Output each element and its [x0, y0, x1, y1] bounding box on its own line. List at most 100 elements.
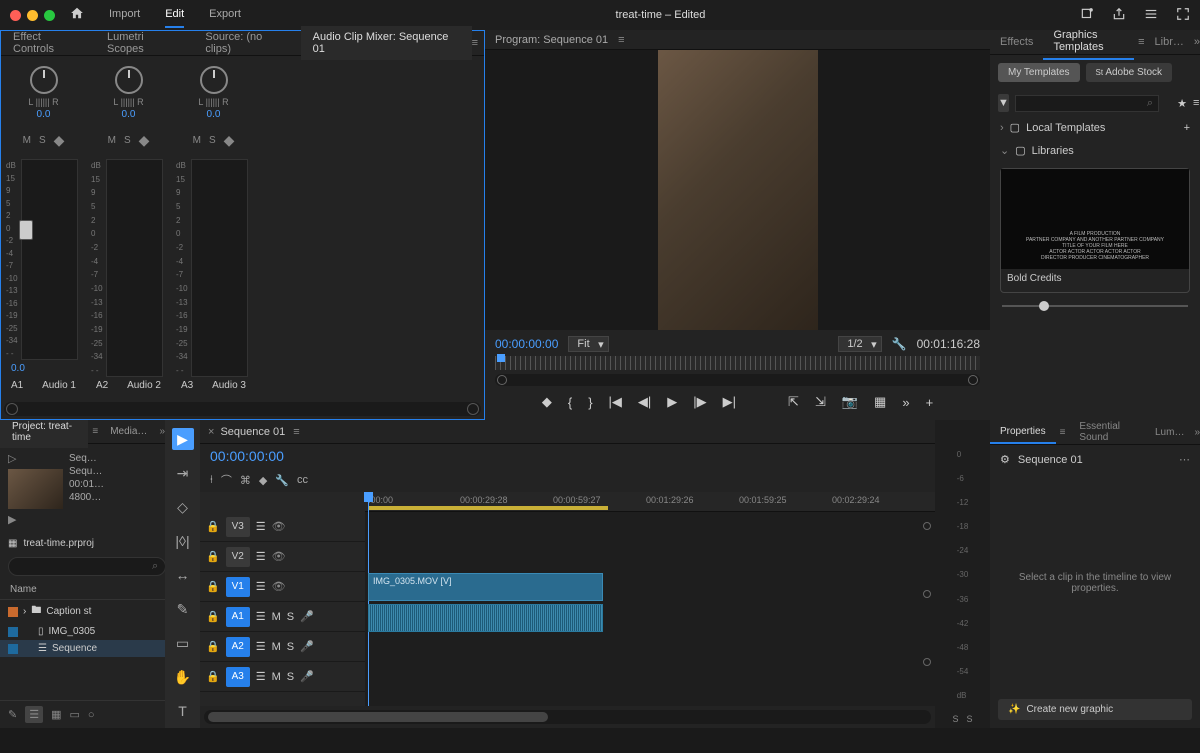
tab-media[interactable]: Media…	[98, 421, 159, 442]
go-to-in-icon[interactable]: |◀	[609, 394, 622, 410]
rectangle-tool-icon[interactable]: ▭	[172, 632, 194, 654]
type-tool-icon[interactable]: T	[172, 700, 194, 722]
slip-tool-icon[interactable]: ↔	[172, 564, 194, 586]
sync-lock-icon[interactable]: ☰	[256, 550, 266, 563]
voiceover-icon[interactable]: 🎤	[300, 610, 314, 623]
lock-icon[interactable]: 🔒	[206, 640, 220, 653]
program-scrollbar[interactable]	[495, 374, 980, 386]
mute-button[interactable]: M	[108, 135, 116, 146]
lock-icon[interactable]: 🔒	[206, 580, 220, 593]
mark-out-icon[interactable]: }	[588, 395, 592, 410]
sync-lock-icon[interactable]: ☰	[256, 580, 266, 593]
solo-left[interactable]: S	[952, 714, 958, 724]
timeline-timecode[interactable]: 00:00:00:00	[200, 444, 935, 468]
sort-icon[interactable]: ≡	[1193, 97, 1199, 109]
workspace-menu-icon[interactable]	[1144, 7, 1158, 24]
adobe-stock-button[interactable]: St Adobe Stock	[1086, 63, 1173, 82]
timeline-zoom-scrollbar[interactable]	[204, 710, 931, 724]
tab-source[interactable]: Source: (no clips)	[193, 26, 300, 60]
solo-icon[interactable]: S	[287, 611, 294, 623]
solo-icon[interactable]: S	[287, 671, 294, 683]
lock-icon[interactable]: 🔒	[206, 520, 220, 533]
panel-menu-icon[interactable]: ≡	[293, 426, 299, 438]
solo-right[interactable]: S	[967, 714, 973, 724]
column-header-name[interactable]: Name	[0, 580, 165, 600]
resolution-dropdown[interactable]: 1/2	[838, 336, 881, 352]
play-icon[interactable]: ▶	[667, 394, 677, 410]
fader[interactable]	[191, 159, 248, 377]
icon-view-icon[interactable]: ▦	[51, 708, 61, 721]
zoom-fit-dropdown[interactable]: Fit	[568, 336, 608, 352]
linked-selection-icon[interactable]: ⌘	[240, 474, 251, 487]
tab-audio-clip-mixer[interactable]: Audio Clip Mixer: Sequence 01	[301, 26, 472, 60]
tab-essential-sound[interactable]: Essential Sound	[1069, 416, 1145, 448]
eye-icon[interactable]: 👁	[272, 550, 286, 563]
solo-button[interactable]: S	[209, 135, 216, 146]
item-thumbnail[interactable]	[8, 469, 63, 509]
more-icon[interactable]: »	[902, 395, 909, 410]
libraries-row[interactable]: ⌄ ▢ Libraries	[990, 139, 1200, 162]
settings-icon[interactable]: 🔧	[275, 474, 289, 487]
ripple-edit-tool-icon[interactable]: ◇	[172, 496, 194, 518]
current-timecode[interactable]: 00:00:00:00	[495, 337, 558, 351]
minimize-window-icon[interactable]	[27, 10, 38, 21]
track-header-a3[interactable]: 🔒 A3 ☰ M S 🎤	[200, 662, 365, 692]
time-ruler[interactable]: :00:00 00:00:29:28 00:00:59:27 00:01:29:…	[365, 492, 935, 512]
hand-tool-icon[interactable]: ✋	[172, 666, 194, 688]
workspace-export[interactable]: Export	[209, 2, 241, 28]
sync-lock-icon[interactable]: ☰	[256, 610, 266, 623]
keyframe-icon[interactable]: ◆	[54, 132, 65, 149]
voiceover-icon[interactable]: 🎤	[300, 640, 314, 653]
home-icon[interactable]	[70, 6, 84, 24]
track-header-v2[interactable]: 🔒 V2 ☰ 👁	[200, 542, 365, 572]
keyframe-icon[interactable]: ◆	[139, 132, 150, 149]
mute-button[interactable]: M	[23, 135, 31, 146]
tab-project[interactable]: Project: treat-time	[0, 416, 88, 448]
workspace-import[interactable]: Import	[109, 2, 140, 28]
go-to-out-icon[interactable]: ▶|	[723, 394, 736, 410]
sequence-settings-icon[interactable]: ⚙	[1000, 453, 1010, 466]
solo-button[interactable]: S	[39, 135, 46, 146]
panel-menu-icon[interactable]: ≡	[1060, 427, 1066, 438]
fader[interactable]	[21, 159, 78, 360]
freeform-icon[interactable]: ✎	[8, 708, 17, 721]
mark-in-icon[interactable]: {	[568, 395, 572, 410]
marker-icon[interactable]: ◆	[259, 474, 267, 487]
program-video-display[interactable]	[485, 50, 990, 330]
sync-lock-icon[interactable]: ☰	[256, 640, 266, 653]
tab-lumetri-scopes[interactable]: Lumetri Scopes	[95, 26, 193, 60]
tab-effects[interactable]: Effects	[990, 31, 1043, 53]
pan-value[interactable]: 0.0	[37, 109, 51, 120]
mute-icon[interactable]: M	[272, 671, 281, 683]
insert-icon[interactable]: ⍿	[210, 474, 213, 487]
sequence-tab[interactable]: Sequence 01	[220, 426, 285, 438]
playhead-icon[interactable]	[497, 354, 505, 362]
panel-menu-icon[interactable]: ≡	[472, 37, 478, 49]
track-header-v3[interactable]: 🔒 V3 ☰ 👁	[200, 512, 365, 542]
fader[interactable]	[106, 159, 163, 377]
quick-export-icon[interactable]	[1080, 7, 1094, 24]
add-marker-icon[interactable]: ◆	[542, 394, 552, 410]
play-item-icon[interactable]: ▶	[8, 513, 63, 526]
lift-icon[interactable]: ⇱	[788, 394, 799, 410]
local-templates-row[interactable]: › ▢ Local Templates +	[990, 116, 1200, 139]
play-preview-icon[interactable]: ▷	[8, 452, 63, 465]
template-bold-credits[interactable]: A FILM PRODUCTIONPARTNER COMPANY AND ANO…	[1000, 168, 1190, 293]
filter-icon[interactable]: ▼	[998, 94, 1009, 112]
track-select-tool-icon[interactable]: ⇥	[172, 462, 194, 484]
eye-icon[interactable]: 👁	[272, 580, 286, 593]
mute-icon[interactable]: M	[272, 611, 281, 623]
program-time-ruler[interactable]	[495, 356, 980, 370]
freeform-view-icon[interactable]: ▭	[70, 708, 80, 721]
eye-icon[interactable]: 👁	[272, 520, 286, 533]
lock-icon[interactable]: 🔒	[206, 670, 220, 683]
mute-icon[interactable]: M	[272, 641, 281, 653]
close-window-icon[interactable]	[10, 10, 21, 21]
track-resize-handles[interactable]	[923, 522, 931, 666]
track-header-a1[interactable]: 🔒 A1 ☰ M S 🎤	[200, 602, 365, 632]
bin-item-clip[interactable]: ▯ IMG_0305	[0, 623, 165, 640]
overflow-icon[interactable]: »	[1194, 36, 1200, 48]
comparison-icon[interactable]: ▦	[874, 394, 886, 410]
mixer-scrollbar[interactable]	[4, 402, 481, 416]
my-templates-button[interactable]: My Templates	[998, 63, 1080, 82]
